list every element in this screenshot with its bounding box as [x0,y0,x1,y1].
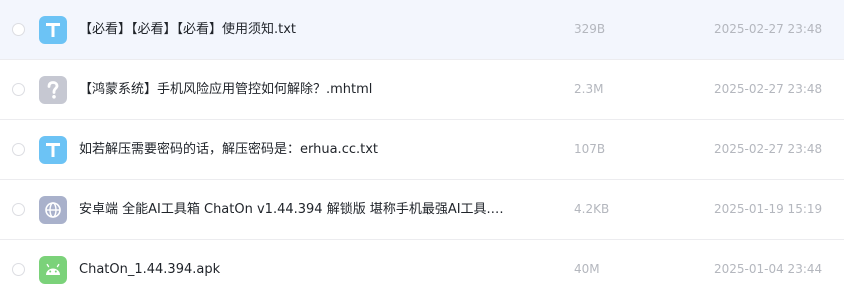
file-modified-date: 2025-02-27 23:48 [714,142,823,156]
file-list: 【必看】【必看】【必看】使用须知.txt 329B 2025-02-27 23:… [0,0,844,300]
file-size: 2.3M [574,82,604,96]
file-row[interactable]: 如若解压需要密码的话，解压密码是：erhua.cc.txt 107B 2025-… [0,120,844,180]
android-apk-icon [39,256,67,284]
file-modified-date: 2025-02-27 23:48 [714,22,823,36]
file-size: 4.2KB [574,202,610,216]
row-select-checkbox[interactable] [12,263,25,276]
file-row[interactable]: 【鸿蒙系统】手机风险应用管控如何解除？.mhtml 2.3M 2025-02-2… [0,60,844,120]
file-name[interactable]: ChatOn_1.44.394.apk [79,240,220,299]
web-link-icon [39,196,67,224]
file-name[interactable]: 【鸿蒙系统】手机风险应用管控如何解除？.mhtml [79,60,372,119]
file-size: 329B [574,22,606,36]
file-size: 40M [574,262,600,276]
file-row[interactable]: 【必看】【必看】【必看】使用须知.txt 329B 2025-02-27 23:… [0,0,844,60]
row-select-checkbox[interactable] [12,23,25,36]
text-file-icon [39,136,67,164]
file-name[interactable]: 安卓端 全能AI工具箱 ChatOn v1.44.394 解锁版 堪称手机最强A… [79,180,504,239]
text-file-icon [39,16,67,44]
row-select-checkbox[interactable] [12,203,25,216]
file-modified-date: 2025-02-27 23:48 [714,82,823,96]
unknown-file-icon [39,76,67,104]
file-row[interactable]: ChatOn_1.44.394.apk 40M 2025-01-04 23:44 [0,240,844,300]
row-select-checkbox[interactable] [12,83,25,96]
file-name[interactable]: 【必看】【必看】【必看】使用须知.txt [79,0,296,59]
file-size: 107B [574,142,606,156]
file-modified-date: 2025-01-19 15:19 [714,202,823,216]
row-select-checkbox[interactable] [12,143,25,156]
file-row[interactable]: 安卓端 全能AI工具箱 ChatOn v1.44.394 解锁版 堪称手机最强A… [0,180,844,240]
file-name[interactable]: 如若解压需要密码的话，解压密码是：erhua.cc.txt [79,120,378,179]
file-modified-date: 2025-01-04 23:44 [714,262,823,276]
